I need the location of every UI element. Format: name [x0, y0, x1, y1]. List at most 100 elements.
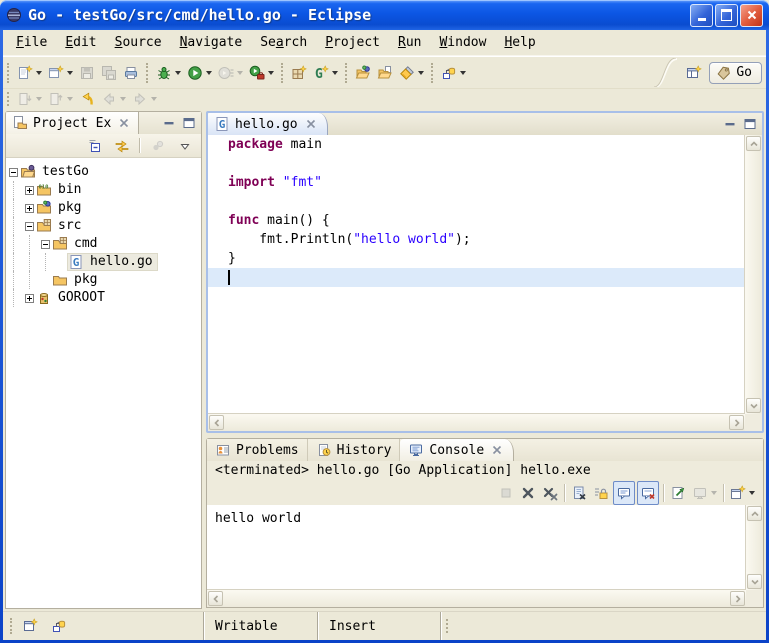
new-go-element-button[interactable]: G: [311, 61, 340, 85]
forward-dropdown-arrow[interactable]: [151, 97, 157, 101]
terminate-button[interactable]: [496, 482, 516, 504]
console-scroll-up-button[interactable]: [747, 506, 762, 521]
run-external-tools-dropdown-arrow[interactable]: [268, 71, 274, 75]
menu-run[interactable]: Run: [389, 32, 430, 53]
menu-source[interactable]: Source: [106, 32, 171, 53]
toolbar-grip[interactable]: [7, 63, 9, 83]
tree-expander[interactable]: [38, 235, 52, 253]
console-output[interactable]: hello world: [207, 505, 746, 590]
back-dropdown-arrow[interactable]: [120, 97, 126, 101]
tree-item-pkg[interactable]: pkg: [6, 199, 201, 217]
tree-item-pkg[interactable]: pkg: [6, 271, 201, 289]
menu-help[interactable]: Help: [495, 32, 544, 53]
display-console-dropdown-arrow[interactable]: [711, 491, 717, 495]
search-button[interactable]: [397, 61, 426, 85]
previous-annotation-button[interactable]: [46, 90, 75, 109]
menu-file[interactable]: File: [7, 32, 56, 53]
profile-dropdown-arrow[interactable]: [237, 71, 243, 75]
go-perspective-button[interactable]: Go: [709, 62, 762, 84]
tree-item-testgo[interactable]: testGo: [6, 163, 201, 181]
tab-console[interactable]: Console: [400, 439, 514, 461]
menu-edit[interactable]: Edit: [56, 32, 105, 53]
maximize-button[interactable]: [715, 4, 738, 27]
console-scroll-right-button[interactable]: [730, 591, 745, 606]
close-editor-icon[interactable]: [303, 116, 319, 132]
new-project-button[interactable]: [46, 61, 75, 85]
tree-expander[interactable]: [22, 181, 36, 199]
toolbar-grip[interactable]: [7, 92, 9, 106]
tree-item-bin[interactable]: 010bin: [6, 181, 201, 199]
clear-console-button[interactable]: [569, 482, 589, 504]
menu-window[interactable]: Window: [430, 32, 495, 53]
menu-navigate[interactable]: Navigate: [171, 32, 252, 53]
display-console-button[interactable]: [690, 482, 719, 504]
tree-expander[interactable]: [6, 163, 20, 181]
run-external-tools-button[interactable]: [247, 61, 276, 85]
tree-expander[interactable]: [22, 199, 36, 217]
tree-item-src[interactable]: src: [6, 217, 201, 235]
tree-item-hello-go[interactable]: Ghello.go: [6, 253, 201, 271]
console-scroll-down-button[interactable]: [747, 574, 762, 589]
new-go-element-dropdown-arrow[interactable]: [332, 71, 338, 75]
collapse-all-button[interactable]: [82, 136, 107, 156]
debug-dropdown-arrow[interactable]: [175, 71, 181, 75]
fast-view-button[interactable]: [20, 614, 40, 638]
annotation-navigation-button[interactable]: [439, 61, 468, 85]
new-go-package-button[interactable]: [289, 61, 309, 85]
close-button[interactable]: [740, 4, 763, 27]
minimize-view-button[interactable]: [160, 115, 178, 131]
scroll-lock-button[interactable]: [591, 482, 611, 504]
open-perspective-button[interactable]: [684, 61, 704, 85]
search-dropdown-arrow[interactable]: [418, 71, 424, 75]
annotation-navigation-dropdown-arrow[interactable]: [460, 71, 466, 75]
menu-project[interactable]: Project: [316, 32, 389, 53]
toolbar-grip[interactable]: [281, 63, 283, 83]
tree-item-goroot[interactable]: GOROOT: [6, 289, 201, 307]
run-dropdown-arrow[interactable]: [206, 71, 212, 75]
save-button[interactable]: [77, 61, 97, 85]
status-grip[interactable]: [440, 612, 448, 640]
menu-search[interactable]: Search: [251, 32, 316, 53]
annotation-trim-button[interactable]: [49, 614, 69, 638]
view-menu-button[interactable]: [172, 136, 197, 156]
tab-problems[interactable]: Problems: [207, 439, 308, 461]
minimize-editor-button[interactable]: [721, 116, 739, 132]
title-bar[interactable]: Go - testGo/src/cmd/hello.go - Eclipse: [0, 0, 769, 30]
toolbar-grip[interactable]: [431, 63, 433, 83]
editor-horizontal-scrollbar[interactable]: [208, 413, 745, 431]
link-with-editor-button[interactable]: [109, 136, 134, 156]
tree-expander[interactable]: [22, 289, 36, 307]
scroll-right-button[interactable]: [729, 415, 744, 430]
forward-button[interactable]: [130, 90, 159, 109]
new-wizard-dropdown-arrow[interactable]: [36, 71, 42, 75]
show-stdout-button[interactable]: [613, 481, 635, 505]
maximize-view-button[interactable]: [180, 115, 198, 131]
export-wizard-button[interactable]: [375, 61, 395, 85]
close-tab-icon[interactable]: [489, 442, 505, 458]
editor-vertical-scrollbar[interactable]: [744, 135, 762, 414]
console-scroll-left-button[interactable]: [208, 591, 223, 606]
save-all-button[interactable]: [99, 61, 119, 85]
toolbar-grip[interactable]: [345, 63, 347, 83]
console-horizontal-scrollbar[interactable]: [207, 589, 746, 607]
toolbar-grip[interactable]: [146, 63, 148, 83]
import-wizard-button[interactable]: [353, 61, 373, 85]
code-editor[interactable]: package mainimport "fmt"func main() { fm…: [208, 135, 745, 414]
new-project-dropdown-arrow[interactable]: [67, 71, 73, 75]
debug-button[interactable]: [154, 61, 183, 85]
console-vertical-scrollbar[interactable]: [745, 505, 763, 590]
show-stderr-button[interactable]: [637, 481, 659, 505]
scroll-up-button[interactable]: [746, 136, 761, 151]
scroll-down-button[interactable]: [746, 398, 761, 413]
back-button[interactable]: [99, 90, 128, 109]
scroll-left-button[interactable]: [209, 415, 224, 430]
tab-history[interactable]: History: [308, 439, 401, 461]
open-console-button[interactable]: [728, 482, 757, 504]
maximize-editor-button[interactable]: [741, 116, 759, 132]
remove-all-terminated-button[interactable]: [540, 482, 560, 504]
close-view-icon[interactable]: [116, 115, 132, 131]
next-annotation-button[interactable]: [15, 90, 44, 109]
tab-hello-go[interactable]: G hello.go: [208, 113, 328, 135]
new-wizard-button[interactable]: [15, 61, 44, 85]
previous-annotation-dropdown-arrow[interactable]: [67, 97, 73, 101]
